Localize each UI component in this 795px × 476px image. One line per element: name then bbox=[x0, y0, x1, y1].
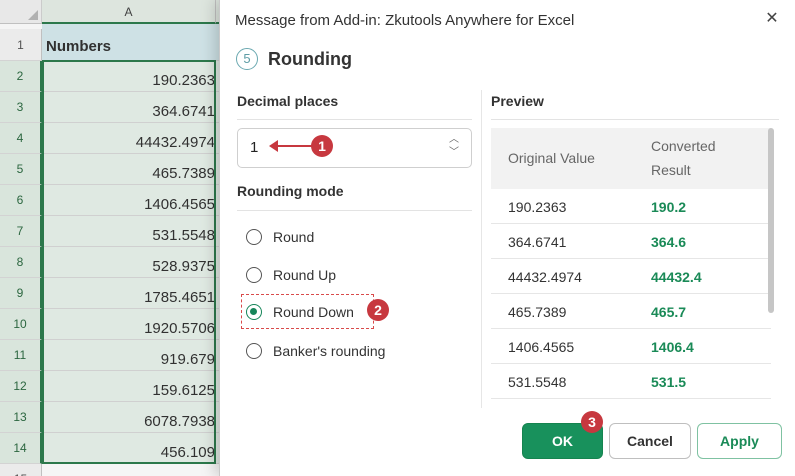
radio-round-up[interactable]: Round Up bbox=[246, 263, 336, 287]
divider bbox=[237, 210, 472, 211]
table-row: 465.7389 465.7 bbox=[491, 294, 771, 329]
annotation-badge-1: 1 bbox=[311, 135, 333, 157]
converted-value: 1406.4 bbox=[651, 339, 694, 355]
decimal-places-label: Decimal places bbox=[237, 93, 339, 109]
column-header-original-value: Original Value bbox=[508, 150, 595, 166]
converted-value: 190.2 bbox=[651, 199, 687, 215]
radio-round[interactable]: Round bbox=[246, 225, 314, 249]
chevron-up-icon[interactable]: ︿ bbox=[446, 133, 462, 146]
divider bbox=[491, 119, 779, 120]
radio-round-down-label: Round Down bbox=[273, 304, 354, 320]
rounding-dialog: Message from Add-in: Zkutools Anywhere f… bbox=[219, 0, 795, 476]
original-value: 190.2363 bbox=[508, 199, 567, 215]
converted-value: 364.6 bbox=[651, 234, 687, 250]
original-value: 531.5548 bbox=[508, 374, 567, 390]
annotation-arrow-icon bbox=[269, 140, 316, 152]
annotation-badge-2: 2 bbox=[367, 299, 389, 321]
original-value: 465.7389 bbox=[508, 304, 567, 320]
table-row: 190.2363 190.2 bbox=[491, 189, 771, 224]
annotation-badge-3: 3 bbox=[581, 411, 603, 433]
dialog-title: Message from Add-in: Zkutools Anywhere f… bbox=[235, 12, 575, 29]
radio-button-icon[interactable] bbox=[246, 343, 262, 359]
radio-button-checked-icon[interactable] bbox=[246, 304, 262, 320]
table-row: 531.5548 531.5 bbox=[491, 364, 771, 399]
step-number-badge: 5 bbox=[236, 48, 258, 70]
table-row: 1406.4565 1406.4 bbox=[491, 329, 771, 364]
scrollbar-thumb[interactable] bbox=[768, 128, 774, 313]
step-title: Rounding bbox=[268, 49, 352, 69]
radio-round-label: Round bbox=[273, 229, 315, 245]
table-row: 364.6741 364.6 bbox=[491, 224, 771, 259]
original-value: 44432.4974 bbox=[508, 269, 582, 285]
decimal-places-stepper[interactable]: ︿ ﹀ bbox=[446, 133, 462, 163]
radio-bankers-rounding[interactable]: Banker's rounding bbox=[246, 339, 385, 363]
rounding-mode-label: Rounding mode bbox=[237, 183, 344, 199]
vertical-divider bbox=[481, 90, 482, 408]
original-value: 364.6741 bbox=[508, 234, 567, 250]
column-header-converted: Converted bbox=[651, 138, 716, 154]
preview-scrollbar[interactable] bbox=[768, 128, 775, 408]
converted-value: 44432.4 bbox=[651, 269, 702, 285]
radio-bankers-rounding-label: Banker's rounding bbox=[273, 343, 386, 359]
converted-value: 531.5 bbox=[651, 374, 687, 390]
divider bbox=[237, 119, 472, 120]
radio-round-up-label: Round Up bbox=[273, 267, 337, 283]
radio-round-down[interactable]: Round Down bbox=[246, 300, 354, 324]
preview-table-header: Original Value Converted Result bbox=[491, 128, 771, 189]
converted-value: 465.7 bbox=[651, 304, 687, 320]
chevron-down-icon[interactable]: ﹀ bbox=[446, 146, 462, 159]
table-row: 44432.4974 44432.4 bbox=[491, 259, 771, 294]
apply-button[interactable]: Apply bbox=[697, 423, 782, 459]
radio-button-icon[interactable] bbox=[246, 267, 262, 283]
cancel-button[interactable]: Cancel bbox=[609, 423, 691, 459]
radio-button-icon[interactable] bbox=[246, 229, 262, 245]
close-icon: ✕ bbox=[765, 10, 779, 27]
original-value: 1406.4565 bbox=[508, 339, 575, 355]
preview-label: Preview bbox=[491, 93, 544, 109]
close-button[interactable]: ✕ bbox=[761, 8, 783, 30]
column-header-result: Result bbox=[651, 162, 691, 178]
